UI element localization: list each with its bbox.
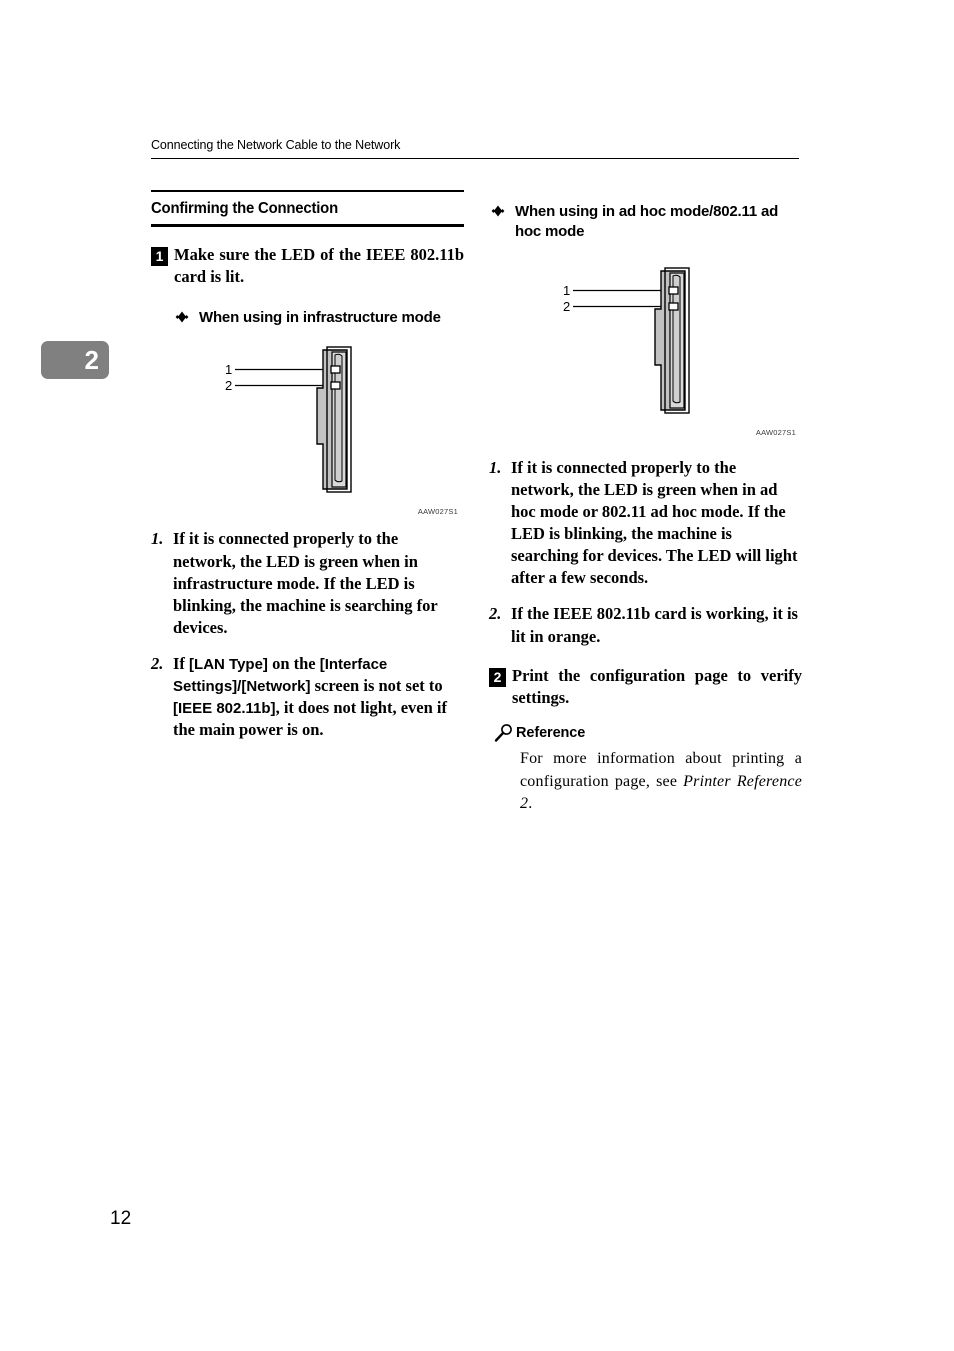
- right-paragraph-1-number: 1.: [489, 457, 502, 477]
- figure-infrastructure-mode: 1 2 AAW027S1: [151, 344, 464, 517]
- section-heading-block: Confirming the Connection: [151, 190, 464, 227]
- page-number: 12: [110, 1208, 132, 1229]
- section-heading: Confirming the Connection: [151, 200, 338, 218]
- running-header: Connecting the Network Cable to the Netw…: [151, 138, 401, 152]
- step-1: 1 Make sure the LED of the IEEE 802.11b …: [151, 244, 464, 288]
- figure-callout-1-label: 1: [225, 362, 232, 377]
- step-2: 2 Print the configuration page to verify…: [489, 665, 802, 709]
- body-text-0: If: [173, 653, 190, 673]
- right-paragraph-2: 2. If the IEEE 802.11b card is working, …: [489, 603, 802, 647]
- left-column: Confirming the Connection 1 Make sure th…: [151, 190, 464, 741]
- left-paragraph-1-number: 1.: [151, 529, 164, 549]
- subheading-infrastructure-mode: When using in infrastructure mode: [173, 308, 464, 328]
- body-text-2: on the: [267, 653, 320, 673]
- subheading-infrastructure-mode-label: When using in infrastructure mode: [199, 309, 441, 326]
- magnifier-key-icon: [493, 723, 514, 744]
- figure-id-right: AAW027S1: [755, 427, 796, 437]
- right-column: When using in ad hoc mode/802.11 ad hoc …: [489, 182, 802, 816]
- figure-id-left: AAW027S1: [417, 507, 458, 517]
- subheading-ad-hoc-mode: When using in ad hoc mode/802.11 ad hoc …: [489, 202, 802, 243]
- reference-body: For more information about printing a co…: [520, 748, 802, 816]
- body-text-4: screen is not set to: [310, 676, 443, 696]
- figure-callout-1-label: 1: [563, 283, 570, 298]
- right-paragraph-2-text: If the IEEE 802.11b card is working, it …: [511, 604, 798, 646]
- right-paragraph-1-text: If it is connected properly to the netwo…: [511, 457, 798, 588]
- step-badge-2: 2: [489, 667, 506, 687]
- figure-callout-2-label: 2: [563, 299, 570, 314]
- header-rule: [151, 158, 799, 160]
- figure-ad-hoc-mode: 1 2 AAW027S1: [489, 265, 802, 437]
- left-paragraph-2-text: If [LAN Type] on the [Interface Settings…: [173, 654, 447, 739]
- step-1-text: Make sure the LED of the IEEE 802.11b ca…: [174, 244, 464, 286]
- step-2-text: Print the configuration page to verify s…: [512, 665, 802, 707]
- left-paragraph-1-text: If it is connected properly to the netwo…: [173, 529, 438, 637]
- step-badge-1: 1: [151, 246, 168, 266]
- ui-term-1: [LAN Type]: [189, 655, 268, 673]
- subheading-ad-hoc-mode-label: When using in ad hoc mode/802.11 ad hoc …: [515, 203, 779, 241]
- ui-term-5: [IEEE 802.11b]: [173, 700, 276, 718]
- left-paragraph-2-number: 2.: [151, 653, 164, 673]
- reference-heading-label: Reference: [516, 724, 586, 741]
- figure-callout-2-label: 2: [225, 378, 232, 393]
- chapter-tab: 2: [41, 341, 109, 379]
- right-paragraph-2-number: 2.: [489, 604, 502, 624]
- reference-body-after: .: [528, 795, 533, 813]
- diamond-bullet-icon: [175, 309, 189, 325]
- section-rule-bottom: [151, 224, 464, 227]
- diamond-bullet-icon: [491, 203, 505, 219]
- right-paragraph-1: 1. If it is connected properly to the ne…: [489, 457, 802, 590]
- left-paragraph-2: 2. If [LAN Type] on the [Interface Setti…: [151, 653, 464, 741]
- left-paragraph-1: 1. If it is connected properly to the ne…: [151, 528, 464, 639]
- reference-heading-block: Reference: [489, 723, 802, 744]
